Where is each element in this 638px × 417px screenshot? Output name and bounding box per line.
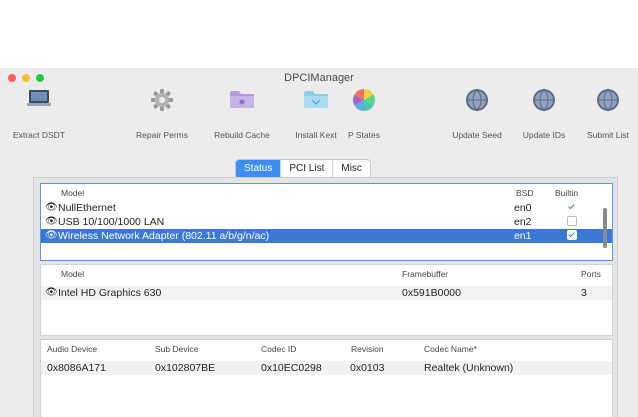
view-tabs: Status PCI List Misc: [235, 159, 371, 179]
eye-icon: 👁: [45, 202, 58, 213]
extract-dsdt-button[interactable]: Extract DSDT: [2, 86, 76, 140]
builtin-checkbox[interactable]: [567, 216, 577, 226]
column-header-audio-device[interactable]: Audio Device: [47, 344, 97, 354]
table-row[interactable]: 👁 NullEthernet en0: [41, 201, 612, 215]
status-panel: Model BSD Builtin 👁 NullEthernet en0 👁 U…: [33, 177, 618, 417]
submit-list-button[interactable]: Submit List: [578, 86, 638, 140]
audio-sub-device: 0x102807BE: [155, 362, 216, 374]
column-header-builtin[interactable]: Builtin: [555, 188, 578, 198]
color-wheel-icon: [353, 89, 375, 111]
app-window: DPCIManager Extract DSDT Repair Perms Re…: [0, 68, 638, 417]
tab-misc[interactable]: Misc: [332, 160, 370, 178]
update-seed-button[interactable]: Update Seed: [444, 86, 510, 140]
audio-table: Audio Device Sub Device Codec ID Revisio…: [40, 339, 613, 417]
repair-perms-label: Repair Perms: [136, 130, 188, 140]
table-row[interactable]: 👁 Intel HD Graphics 630 0x591B0000 3: [41, 286, 612, 300]
rebuild-cache-label: Rebuild Cache: [214, 130, 270, 140]
monitor-icon: [27, 90, 51, 106]
audio-device: 0x8086A171: [47, 362, 106, 374]
audio-revision: 0x0103: [350, 362, 385, 374]
p-states-button[interactable]: P States: [344, 86, 384, 140]
graphics-model: Intel HD Graphics 630: [58, 287, 162, 299]
column-header-framebuffer[interactable]: Framebuffer: [402, 269, 448, 279]
column-header-bsd[interactable]: BSD: [516, 188, 533, 198]
builtin-checkbox[interactable]: [567, 202, 577, 212]
update-ids-button[interactable]: Update IDs: [514, 86, 574, 140]
globe-icon: [466, 89, 488, 111]
scrollbar[interactable]: [603, 208, 607, 248]
globe-icon: [597, 89, 619, 111]
install-kext-button[interactable]: Install Kext: [286, 86, 346, 140]
p-states-label: P States: [348, 130, 380, 140]
network-bsd: en0: [514, 202, 532, 214]
rebuild-cache-button[interactable]: Rebuild Cache: [196, 86, 288, 140]
globe-icon: [533, 89, 555, 111]
network-bsd: en1: [514, 230, 532, 242]
update-seed-label: Update Seed: [452, 130, 502, 140]
graphics-table: Model Framebuffer Ports 👁 Intel HD Graph…: [40, 264, 613, 336]
column-header-model[interactable]: Model: [61, 269, 84, 279]
folder-icon: [230, 91, 254, 108]
eye-icon: 👁: [45, 230, 58, 241]
network-model: Wireless Network Adapter (802.11 a/b/g/n…: [58, 230, 270, 242]
column-header-model[interactable]: Model: [61, 188, 84, 198]
submit-list-label: Submit List: [586, 130, 630, 140]
audio-codec-id: 0x10EC0298: [261, 362, 322, 374]
graphics-framebuffer: 0x591B0000: [402, 287, 461, 299]
table-row-selected[interactable]: 👁 Wireless Network Adapter (802.11 a/b/g…: [41, 229, 612, 243]
column-header-ports[interactable]: Ports: [581, 269, 601, 279]
title-bar: DPCIManager: [0, 68, 638, 86]
network-bsd: en2: [514, 216, 532, 228]
audio-codec-name: Realtek (Unknown): [424, 362, 514, 374]
table-row[interactable]: 👁 USB 10/100/1000 LAN en2: [41, 215, 612, 229]
table-row-empty: [41, 304, 612, 318]
window-title: DPCIManager: [284, 72, 354, 84]
gear-icon: [151, 89, 173, 111]
network-model: USB 10/100/1000 LAN: [58, 216, 165, 228]
column-header-codec-id[interactable]: Codec ID: [261, 344, 296, 354]
update-ids-label: Update IDs: [522, 130, 566, 140]
table-row-empty: [41, 379, 612, 393]
tab-status[interactable]: Status: [236, 160, 281, 178]
tab-pci-list[interactable]: PCI List: [280, 160, 332, 178]
table-row[interactable]: 0x8086A171 0x102807BE 0x10EC0298 0x0103 …: [41, 361, 612, 375]
column-header-sub-device[interactable]: Sub Device: [155, 344, 198, 354]
builtin-checkbox[interactable]: [567, 230, 577, 240]
repair-perms-button[interactable]: Repair Perms: [128, 86, 196, 140]
graphics-ports: 3: [581, 287, 587, 299]
extract-dsdt-label: Extract DSDT: [13, 130, 65, 140]
column-header-codec-name[interactable]: Codec Name*: [424, 344, 477, 354]
eye-icon: 👁: [45, 216, 58, 227]
network-table: Model BSD Builtin 👁 NullEthernet en0 👁 U…: [40, 183, 613, 261]
folder-icon: [304, 91, 328, 108]
install-kext-label: Install Kext: [295, 130, 337, 140]
network-model: NullEthernet: [58, 202, 116, 214]
column-header-revision[interactable]: Revision: [351, 344, 384, 354]
eye-icon: 👁: [45, 287, 58, 298]
